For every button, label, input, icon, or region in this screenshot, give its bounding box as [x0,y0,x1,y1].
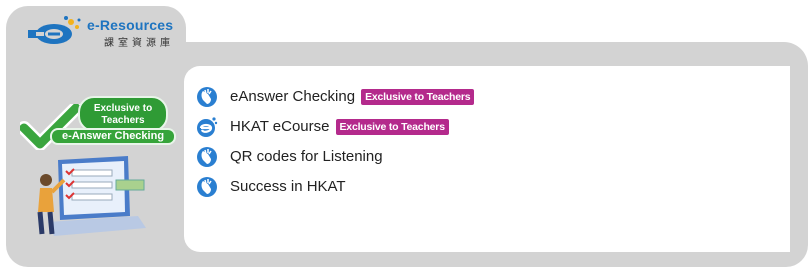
mouse-click-icon [197,176,217,197]
resource-label: Success in HKAT [230,178,346,195]
eanswer-badge: e-Answer Checking [50,128,176,145]
mouse-click-icon [197,146,217,167]
resource-list: eAnswer Checking Exclusive to Teachers H… [196,86,475,206]
resource-list-card: eAnswer Checking Exclusive to Teachers H… [184,66,790,252]
resource-label: QR codes for Listening [230,148,383,165]
mouse-click-icon [197,86,217,107]
exclusive-to-teachers-tag: Exclusive to Teachers [361,88,475,105]
resource-label: eAnswer Checking [230,88,356,105]
resource-item-hkat-ecourse[interactable]: HKAT eCourse Exclusive to Teachers [196,116,474,137]
logo-title: e-Resources [87,17,174,33]
left-feature-art: Exclusive to Teachers e-Answer Checking [14,92,179,247]
ecourse-icon [197,116,218,137]
badge-line-2: Teachers [101,115,145,126]
resource-item-success-in-hkat[interactable]: Success in HKAT [196,176,474,197]
laptop-checklist-illustration [37,156,146,236]
eresources-logo-icon [28,16,81,44]
exclusive-to-teachers-tag: Exclusive to Teachers [335,118,449,135]
eresources-logo: e-Resources 課室資源庫 [24,14,174,49]
resource-label: HKAT eCourse [230,118,330,135]
exclusive-badge: Exclusive to Teachers [78,96,168,132]
resource-item-qr-codes-listening[interactable]: QR codes for Listening [196,146,474,167]
logo-subtitle: 課室資源庫 [104,38,174,49]
badge-line-1: Exclusive to [93,103,153,114]
resource-item-eanswer-checking[interactable]: eAnswer Checking Exclusive to Teachers [196,86,475,107]
